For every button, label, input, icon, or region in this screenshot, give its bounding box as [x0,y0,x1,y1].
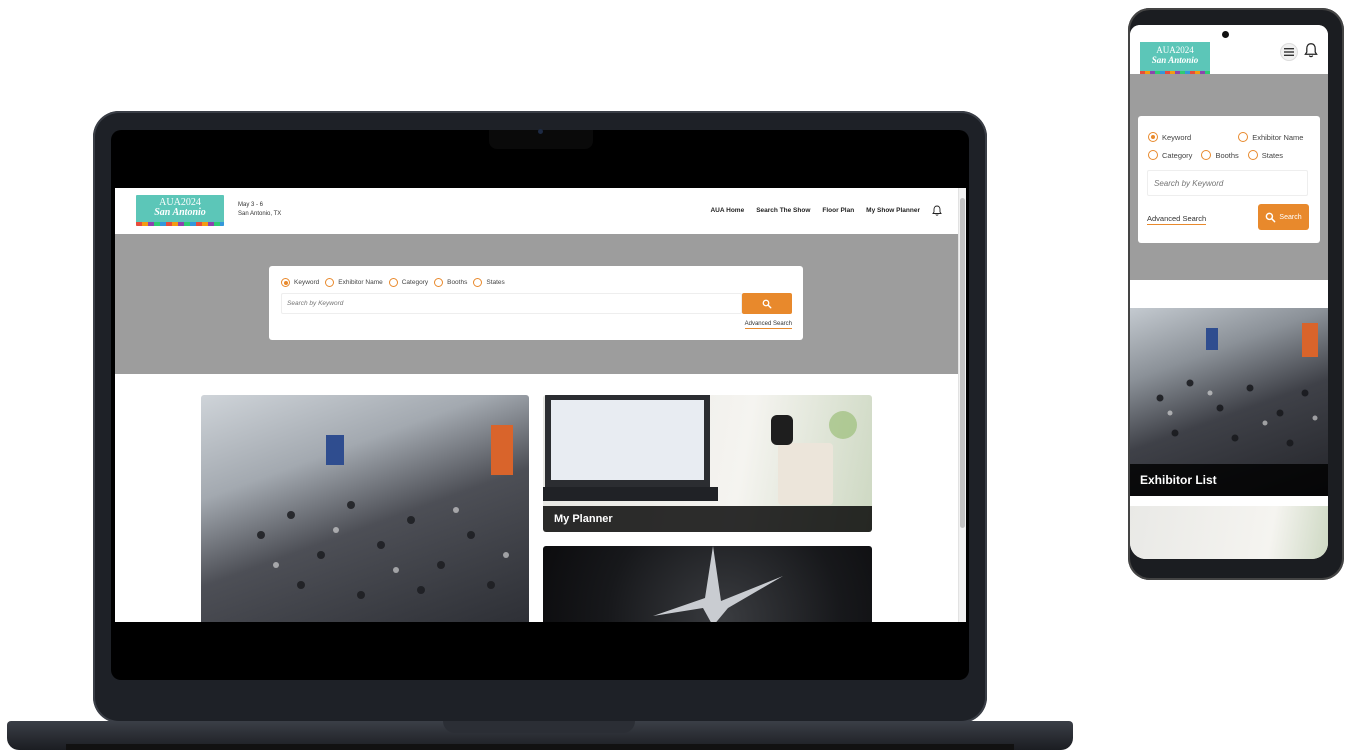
event-dates: May 3 - 6 [238,202,264,208]
radio-exhibitor-name[interactable]: Exhibitor Name [325,278,383,287]
tile-caption: My Planner [543,506,872,532]
search-button-label: Search [1279,213,1302,221]
mobile-search-hero: Keyword Exhibitor Name Category Booths S… [1130,74,1328,280]
radio-label: Keyword [1162,132,1192,142]
logo-line2: San Antonio [1151,55,1199,65]
radio-label: Booths [1215,150,1239,160]
radio-dot [434,278,444,287]
radio-category[interactable]: Category [388,278,429,287]
radio-dot [1238,132,1249,142]
bell-icon[interactable] [1304,42,1318,58]
laptop-base-notch [443,721,635,733]
mobile-tile-my-planner[interactable] [1130,506,1328,559]
hamburger-menu-icon[interactable] [1280,43,1298,61]
main-nav: AUA Home Search The Show Floor Plan My S… [710,205,942,216]
radio-keyword[interactable]: Keyword [281,278,319,287]
phone-camera [1222,31,1229,38]
search-type-radios: Keyword Exhibitor Name Category Booths S… [281,278,505,287]
laptop-camera [538,129,543,134]
radio-dot [388,278,398,287]
bell-icon[interactable] [932,205,942,216]
nav-aua-home[interactable]: AUA Home [710,207,744,214]
nav-floor-plan[interactable]: Floor Plan [822,207,854,214]
desktop-scrollbar[interactable] [958,188,966,622]
search-card: Keyword Exhibitor Name Category Booths S… [269,266,803,340]
tile-my-planner[interactable]: My Planner [543,395,872,532]
search-input[interactable] [281,293,742,314]
logo-line1: AUA2024 [1156,45,1194,55]
radio-label: Exhibitor Name [338,279,383,286]
site-header: AUA2024 San Antonio May 3 - 6 San Antoni… [115,188,958,234]
radio-label: Keyword [294,279,320,286]
search-button[interactable] [742,293,792,314]
compass-photo [653,546,783,622]
nav-my-show-planner[interactable]: My Show Planner [866,207,920,214]
logo-stripe [136,222,224,226]
mobile-search-type-radios: Keyword Exhibitor Name Category Booths S… [1148,132,1314,160]
radio-category[interactable]: Category [1148,150,1192,160]
mobile-search-input[interactable] [1147,170,1308,196]
event-location: San Antonio, TX [238,211,282,217]
radio-label: Exhibitor Name [1252,132,1304,142]
radio-dot [1148,132,1158,142]
radio-booths[interactable]: Booths [1201,150,1239,160]
device-mockup-stage: AUA2024 San Antonio May 3 - 6 San Antoni… [0,0,1350,750]
hamburger-lines [1284,48,1294,56]
desktop-screen: AUA2024 San Antonio May 3 - 6 San Antoni… [115,188,966,622]
nav-search-the-show[interactable]: Search The Show [756,207,810,214]
event-info: May 3 - 6 San Antonio, TX [238,201,281,219]
search-icon [1266,212,1276,222]
radio-dot [1201,150,1212,160]
radio-dot [281,278,290,287]
radio-states[interactable]: States [1247,150,1284,160]
aua-logo[interactable]: AUA2024 San Antonio [136,195,224,226]
radio-label: States [1261,150,1284,160]
logo-line2: San Antonio [154,207,206,218]
crowd-photo [257,425,513,599]
radio-states[interactable]: States [473,278,505,287]
radio-label: Booths [447,279,468,286]
mobile-search-button[interactable]: Search [1258,204,1309,230]
mobile-search-card: Keyword Exhibitor Name Category Booths S… [1138,116,1320,243]
radio-dot [325,278,335,287]
search-hero: Keyword Exhibitor Name Category Booths S… [115,234,958,374]
scrollbar-thumb[interactable] [960,198,965,528]
mobile-tile-exhibitor-list[interactable]: Exhibitor List [1130,308,1328,496]
mobile-advanced-search-link[interactable]: Advanced Search [1147,214,1207,225]
tile-caption: Exhibitor List [1130,464,1328,496]
radio-label: Category [1162,150,1193,160]
radio-dot [1148,150,1158,160]
radio-label: Category [401,279,429,286]
radio-dot [473,278,483,287]
mobile-screen: AUA2024 San Antonio Keyword Exhibitor Na… [1130,25,1328,559]
laptop-base-edge [66,744,1014,750]
radio-keyword[interactable]: Keyword [1148,132,1191,142]
advanced-search-link[interactable]: Advanced Search [744,321,792,329]
aua-logo-mobile[interactable]: AUA2024 San Antonio [1140,42,1210,75]
radio-dot [1247,150,1258,160]
tile-compass[interactable] [543,546,872,622]
tile-exhibitor-list[interactable] [201,395,529,622]
radio-exhibitor-name[interactable]: Exhibitor Name [1238,132,1303,142]
radio-booths[interactable]: Booths [434,278,467,287]
search-icon [762,299,772,308]
radio-label: States [486,279,505,286]
